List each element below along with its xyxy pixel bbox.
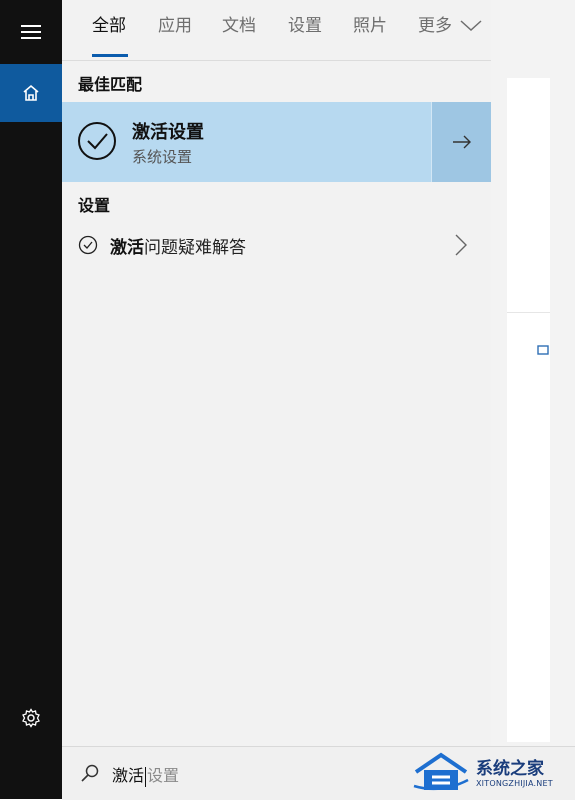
result-row-rest: 问题疑难解答 xyxy=(144,238,246,258)
open-arrow-button[interactable] xyxy=(431,102,492,182)
result-row-label: 激活问题疑难解答 xyxy=(110,233,246,258)
best-match-item[interactable]: 激活设置 系统设置 xyxy=(62,102,431,182)
home-icon xyxy=(23,84,39,101)
active-tab-indicator xyxy=(92,54,128,57)
tab-all[interactable]: 全部 xyxy=(92,14,126,38)
tab-settings[interactable]: 设置 xyxy=(288,14,322,38)
watermark-title: 系统之家 xyxy=(476,758,544,779)
best-match-heading: 最佳匹配 xyxy=(78,75,143,94)
result-row-highlight: 激活 xyxy=(110,238,144,258)
open-window-icon[interactable] xyxy=(537,344,549,356)
tab-apps[interactable]: 应用 xyxy=(158,14,192,38)
watermark-text: 系统之家 XITONGZHIJIA.NET xyxy=(476,759,553,788)
tab-photos[interactable]: 照片 xyxy=(353,14,387,38)
search-input[interactable]: 激活 设置 xyxy=(112,762,179,787)
text-caret xyxy=(145,766,147,787)
search-icon xyxy=(81,764,99,782)
settings-section-heading: 设置 xyxy=(78,196,111,215)
checkmark-circle-icon xyxy=(78,122,116,160)
search-typed-text: 激活 xyxy=(112,766,145,785)
settings-button[interactable] xyxy=(0,696,62,740)
preview-card xyxy=(507,78,550,742)
best-match-subtitle: 系统设置 xyxy=(132,148,193,166)
best-match-title: 激活设置 xyxy=(132,122,204,143)
hamburger-icon xyxy=(21,25,41,39)
site-watermark: 系统之家 XITONGZHIJIA.NET xyxy=(412,748,575,798)
search-autocomplete: 设置 xyxy=(147,766,180,785)
arrow-right-icon xyxy=(453,135,471,149)
watermark-site: XITONGZHIJIA.NET xyxy=(476,778,553,788)
gear-icon xyxy=(22,708,40,728)
result-row-activation-troubleshoot[interactable]: 激活问题疑难解答 xyxy=(62,225,491,265)
chevron-down-icon xyxy=(460,20,482,32)
chevron-right-icon xyxy=(455,234,467,256)
tab-docs[interactable]: 文档 xyxy=(222,14,256,38)
tab-more[interactable]: 更多 xyxy=(418,14,482,38)
tab-more-label: 更多 xyxy=(418,16,452,36)
hamburger-menu-button[interactable] xyxy=(0,10,62,54)
checkmark-circle-small-icon xyxy=(78,235,98,255)
preview-divider xyxy=(507,312,550,313)
filter-tabs: 全部 应用 文档 设置 照片 更多 xyxy=(62,0,491,61)
home-button[interactable] xyxy=(0,64,62,122)
house-logo-icon xyxy=(413,752,469,791)
